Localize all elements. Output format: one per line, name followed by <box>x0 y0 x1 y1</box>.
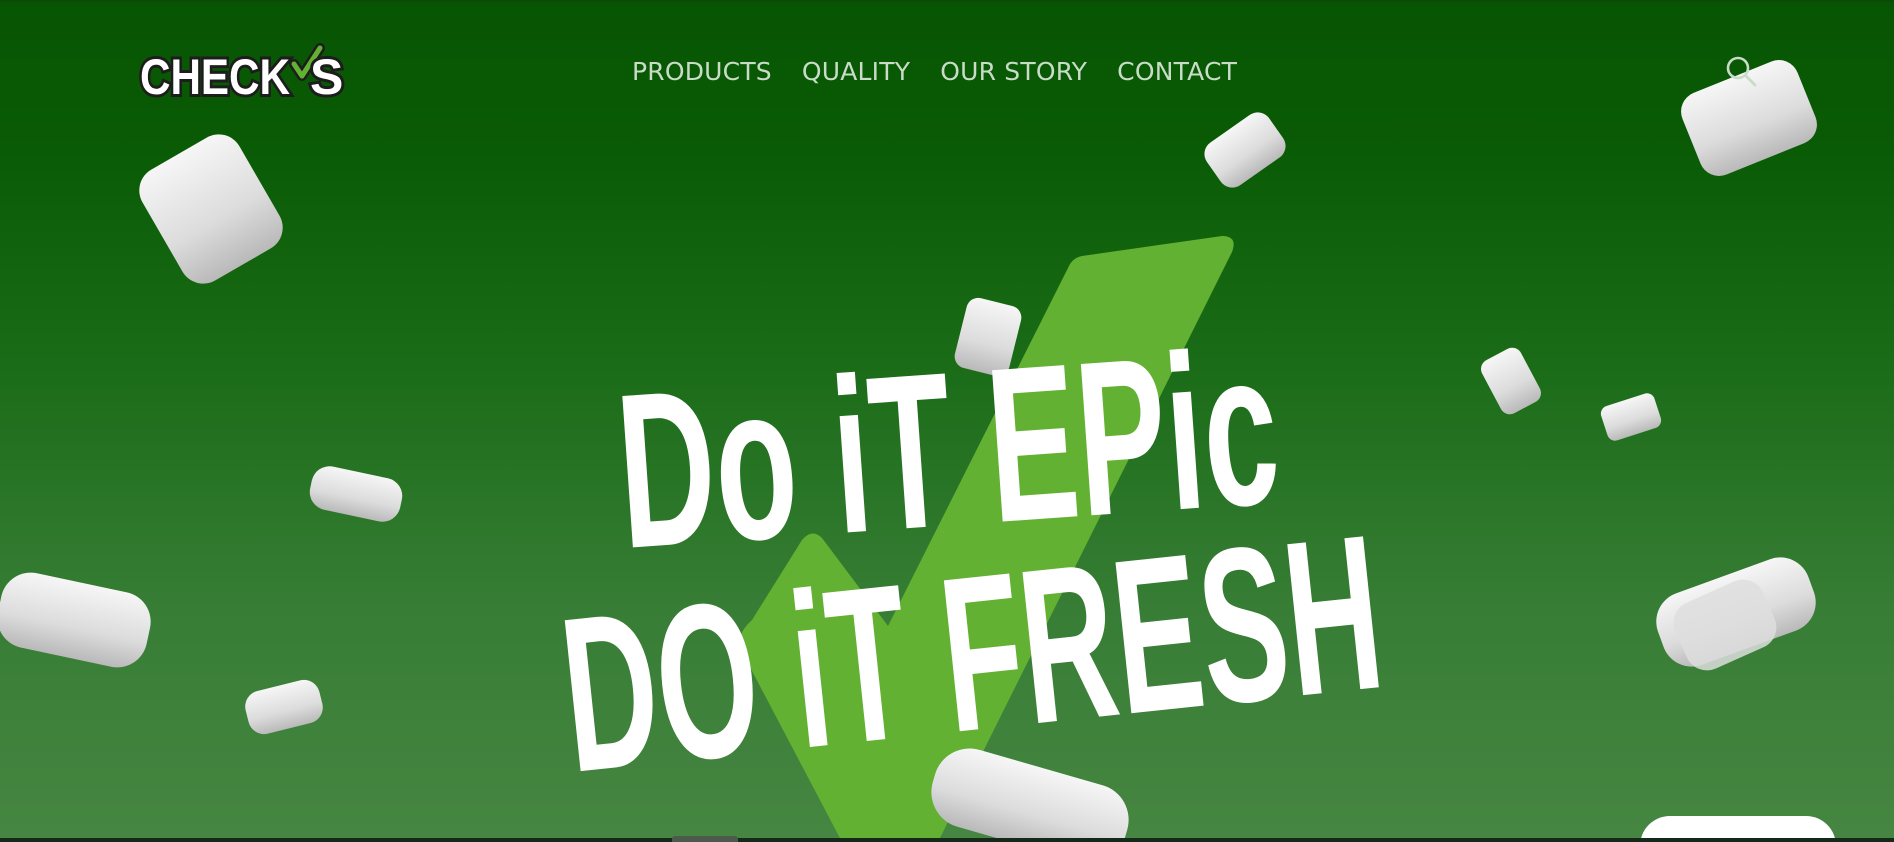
brand-logo[interactable]: CHECK S <box>136 42 346 104</box>
scroll-tab[interactable] <box>672 836 738 842</box>
hero-headline: Do iT EPic DO iT FRESH <box>0 0 1894 842</box>
logo-text: CHECK <box>140 49 290 104</box>
nav-our-story[interactable]: OUR STORY <box>940 54 1087 90</box>
nav-contact[interactable]: CONTACT <box>1117 54 1237 90</box>
bottom-border <box>0 838 1894 842</box>
search-button[interactable] <box>1724 54 1758 88</box>
nav-quality[interactable]: QUALITY <box>802 54 910 90</box>
search-icon <box>1726 56 1757 87</box>
hero-section: Do iT EPic DO iT FRESH CHECK S PRODUCTS … <box>0 0 1894 842</box>
logo-suffix: S <box>310 49 343 104</box>
main-nav: PRODUCTS QUALITY OUR STORY CONTACT <box>632 54 1237 90</box>
nav-products[interactable]: PRODUCTS <box>632 54 772 90</box>
